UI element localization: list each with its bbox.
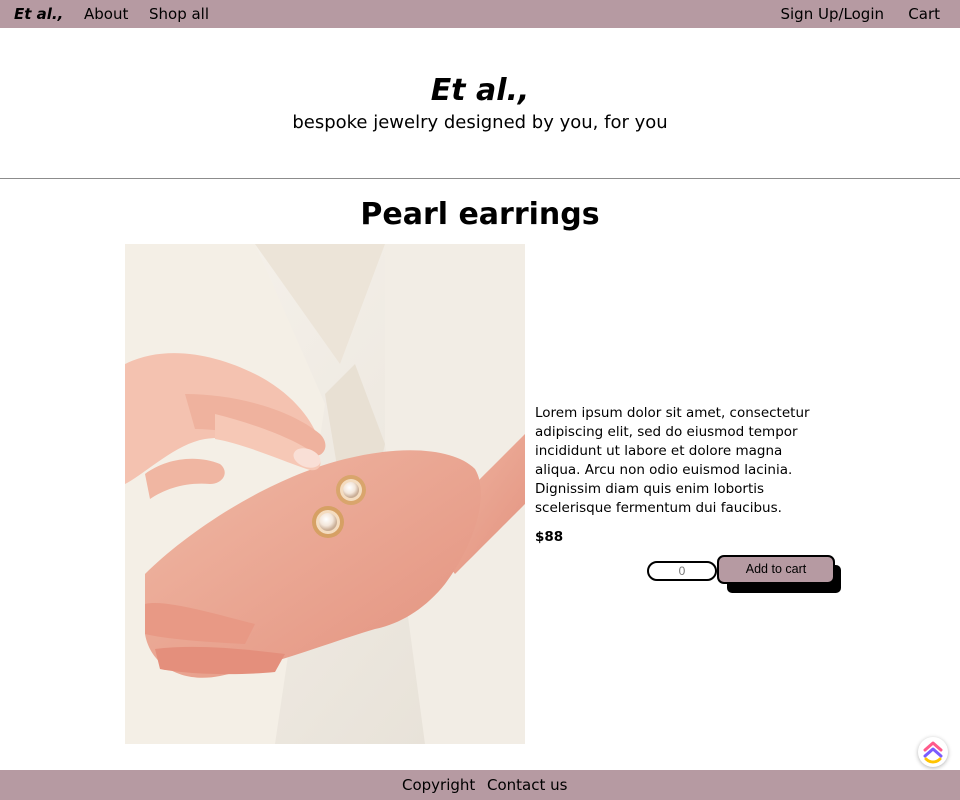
footer-contact-link[interactable]: Contact us [487,776,567,794]
product-price: $88 [535,529,564,545]
product-photo-illustration [125,244,525,744]
hero-title: Et al., [430,73,530,108]
hero-tagline: bespoke jewelry designed by you, for you [292,112,668,133]
chat-widget-button[interactable] [918,737,948,767]
nav-about-link[interactable]: About [84,5,128,23]
quantity-input[interactable] [647,561,717,581]
top-navbar: Et al., About Shop all Sign Up/Login Car… [0,0,960,28]
nav-cart-link[interactable]: Cart [908,5,940,23]
nav-signup-login-link[interactable]: Sign Up/Login [780,5,884,23]
footer-copyright-link[interactable]: Copyright [402,776,475,794]
section-divider [0,178,960,179]
add-to-cart-button[interactable]: Add to cart [717,555,835,584]
footer: Copyright Contact us [0,770,960,800]
product-description: Lorem ipsum dolor sit amet, consectetur … [535,405,810,516]
nav-brand-link[interactable]: Et al., [14,5,63,23]
chat-widget-icon [923,741,943,764]
nav-shop-all-link[interactable]: Shop all [149,5,209,23]
product-title: Pearl earrings [360,197,600,232]
product-image [125,244,525,744]
